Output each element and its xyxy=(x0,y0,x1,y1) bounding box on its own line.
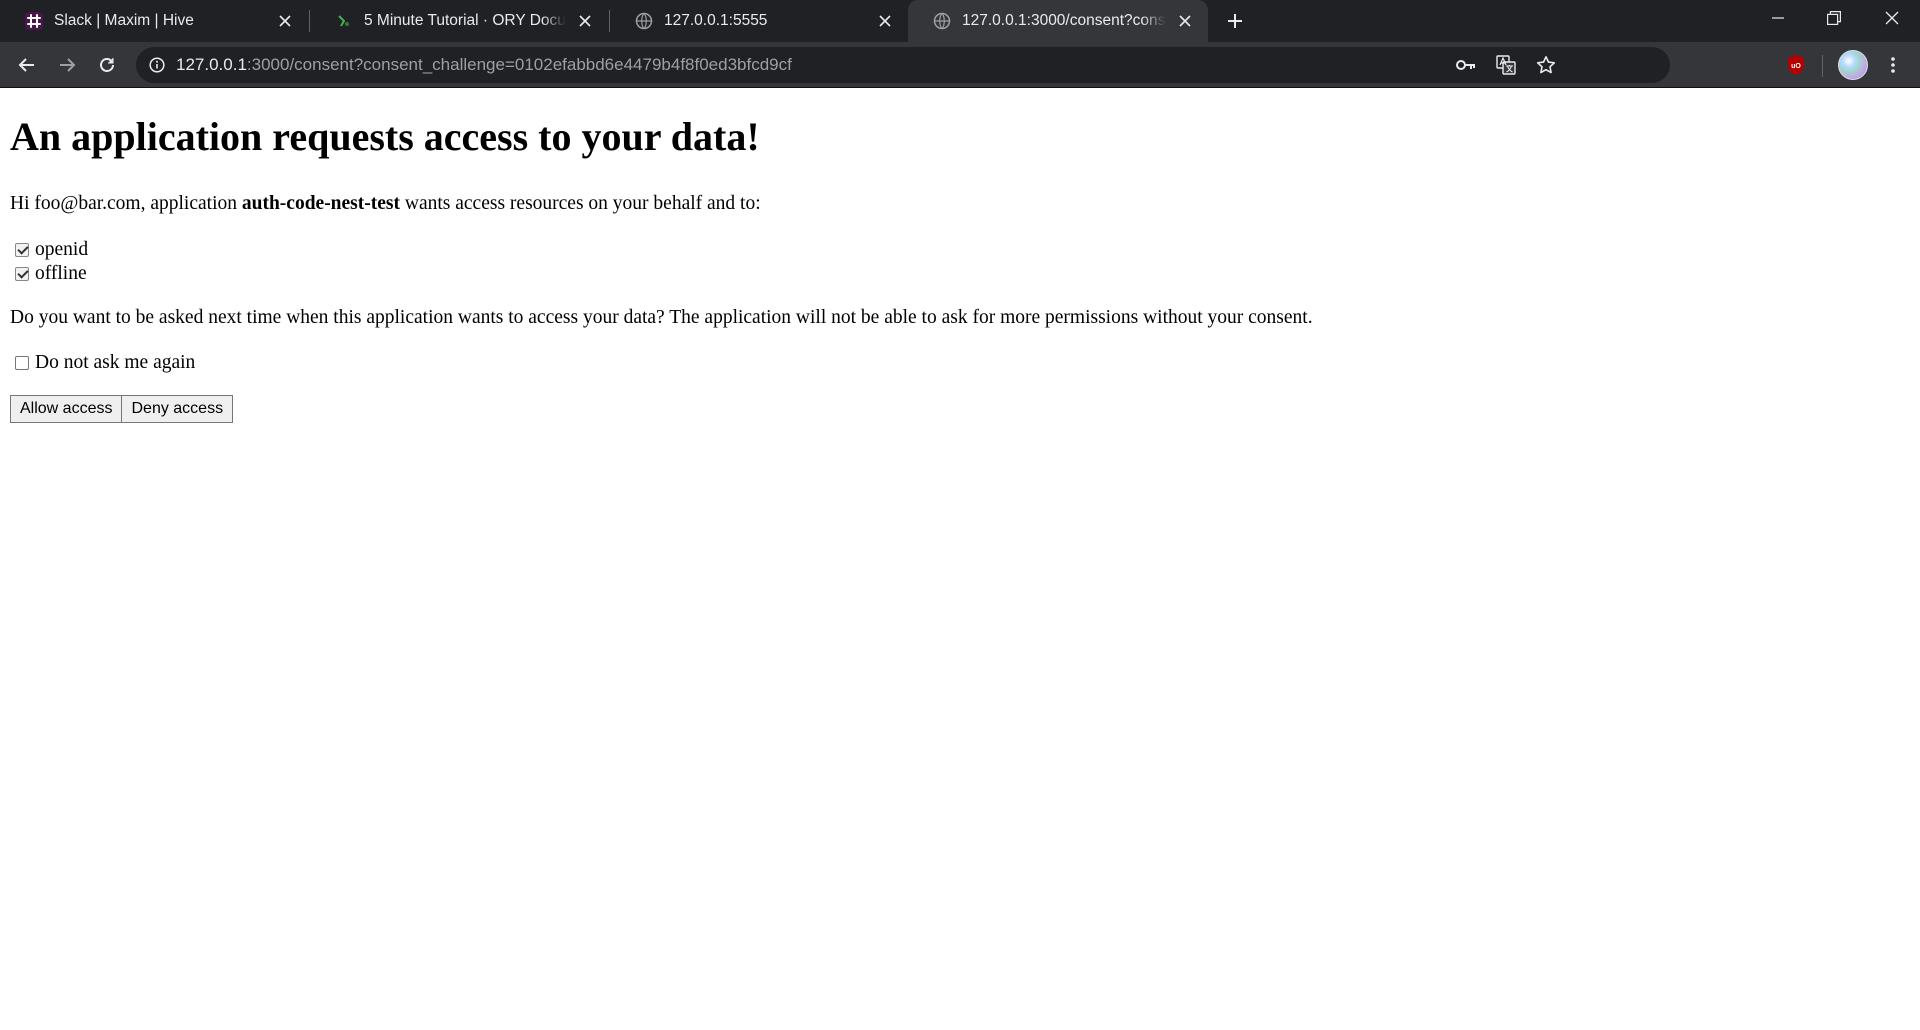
tab-slack[interactable]: Slack | Maxim | Hive xyxy=(0,0,308,42)
slack-icon xyxy=(24,11,44,31)
tab-localhost-5555[interactable]: 127.0.0.1:5555 xyxy=(610,0,908,42)
close-tab-icon[interactable] xyxy=(274,10,296,32)
key-icon[interactable] xyxy=(1454,53,1478,77)
minimize-button[interactable] xyxy=(1750,0,1806,36)
scope-list: openid offline xyxy=(10,238,1910,286)
browser-chrome: Slack | Maxim | Hive 5 Minute Tutorial ·… xyxy=(0,0,1920,88)
tab-consent-active[interactable]: 127.0.0.1:3000/consent?consent_ xyxy=(908,0,1208,42)
globe-icon xyxy=(634,11,654,31)
scope-item-openid: openid xyxy=(10,238,1910,262)
scope-item-offline: offline xyxy=(10,262,1910,286)
intro-suffix: wants access resources on your behalf an… xyxy=(400,193,761,214)
tab-title: 127.0.0.1:3000/consent?consent_ xyxy=(962,12,1166,29)
remember-checkbox[interactable] xyxy=(15,356,29,370)
close-tab-icon[interactable] xyxy=(874,10,896,32)
url-host: 127.0.0.1 xyxy=(176,55,247,74)
intro-prefix: Hi foo@bar.com, application xyxy=(10,193,242,214)
remember-label: Do not ask me again xyxy=(35,352,196,373)
toolbar-divider xyxy=(1822,55,1823,77)
close-tab-icon[interactable] xyxy=(574,10,596,32)
svg-text:uO: uO xyxy=(1791,63,1801,70)
tab-title: 5 Minute Tutorial · ORY Documen xyxy=(364,12,566,29)
translate-icon[interactable] xyxy=(1494,53,1518,77)
restore-button[interactable] xyxy=(1806,0,1862,36)
consent-page: An application requests access to your d… xyxy=(0,88,1920,423)
address-bar[interactable]: 127.0.0.1:3000/consent?consent_challenge… xyxy=(136,47,1670,83)
tab-title: 127.0.0.1:5555 xyxy=(664,12,768,29)
tab-title: Slack | Maxim | Hive xyxy=(54,12,194,29)
tab-strip: Slack | Maxim | Hive 5 Minute Tutorial ·… xyxy=(0,0,1920,42)
forward-button[interactable] xyxy=(52,50,82,80)
deny-access-button[interactable]: Deny access xyxy=(122,395,234,423)
close-window-button[interactable] xyxy=(1864,0,1920,36)
ory-icon xyxy=(334,11,354,31)
minimize-icon xyxy=(1772,17,1784,19)
back-button[interactable] xyxy=(12,50,42,80)
remember-option: Do not ask me again xyxy=(10,351,1910,375)
close-icon xyxy=(1885,11,1899,25)
bookmark-star-icon[interactable] xyxy=(1534,53,1558,77)
tab-ory-tutorial[interactable]: 5 Minute Tutorial · ORY Documen xyxy=(310,0,608,42)
allow-access-button[interactable]: Allow access xyxy=(10,395,123,423)
ublock-origin-icon[interactable]: uO xyxy=(1783,52,1809,78)
scope-checkbox-openid[interactable] xyxy=(15,243,29,257)
page-title: An application requests access to your d… xyxy=(10,114,760,159)
three-dot-menu-icon xyxy=(1891,57,1895,73)
consent-actions: Allow access Deny access xyxy=(10,395,1910,423)
client-name: auth-code-nest-test xyxy=(241,193,400,214)
reload-button[interactable] xyxy=(92,50,122,80)
scope-label: offline xyxy=(35,263,87,284)
site-info-icon[interactable] xyxy=(148,56,166,74)
plus-icon xyxy=(1228,14,1242,28)
browser-toolbar: 127.0.0.1:3000/consent?consent_challenge… xyxy=(0,42,1920,88)
reload-icon xyxy=(100,58,114,72)
new-tab-button[interactable] xyxy=(1220,6,1250,36)
url-path: :3000/consent?consent_challenge=0102efab… xyxy=(246,55,792,74)
close-tab-icon[interactable] xyxy=(1174,10,1196,32)
restore-icon xyxy=(1827,11,1841,25)
profile-avatar[interactable] xyxy=(1838,50,1868,80)
back-arrow-icon xyxy=(18,58,34,72)
intro-text: Hi foo@bar.com, application auth-code-ne… xyxy=(10,192,1910,216)
menu-button[interactable] xyxy=(1878,50,1908,80)
remember-question: Do you want to be asked next time when t… xyxy=(10,307,1313,328)
scope-checkbox-offline[interactable] xyxy=(15,267,29,281)
globe-icon xyxy=(932,11,952,31)
forward-arrow-icon xyxy=(60,58,76,72)
scope-label: openid xyxy=(35,239,89,260)
